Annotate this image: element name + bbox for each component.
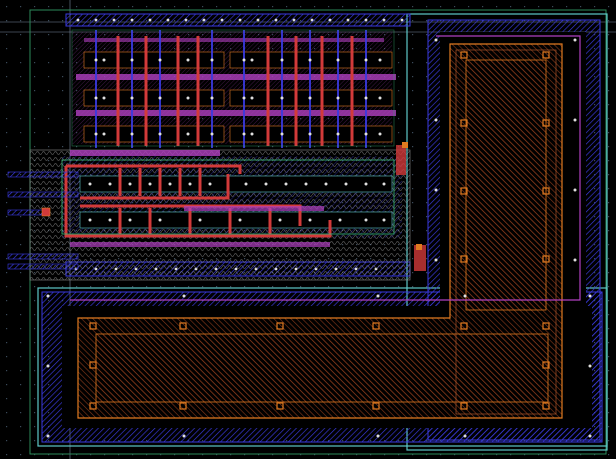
input-via (41, 207, 51, 217)
layout-svg[interactable] (0, 0, 616, 459)
ptap-inner-bottom[interactable] (95, 333, 549, 403)
layout-canvas[interactable] (0, 0, 616, 459)
vdd-rail-top[interactable] (65, 13, 411, 27)
ptap-inner-right[interactable] (465, 59, 547, 311)
upper-diffusion-rows[interactable] (83, 51, 393, 143)
